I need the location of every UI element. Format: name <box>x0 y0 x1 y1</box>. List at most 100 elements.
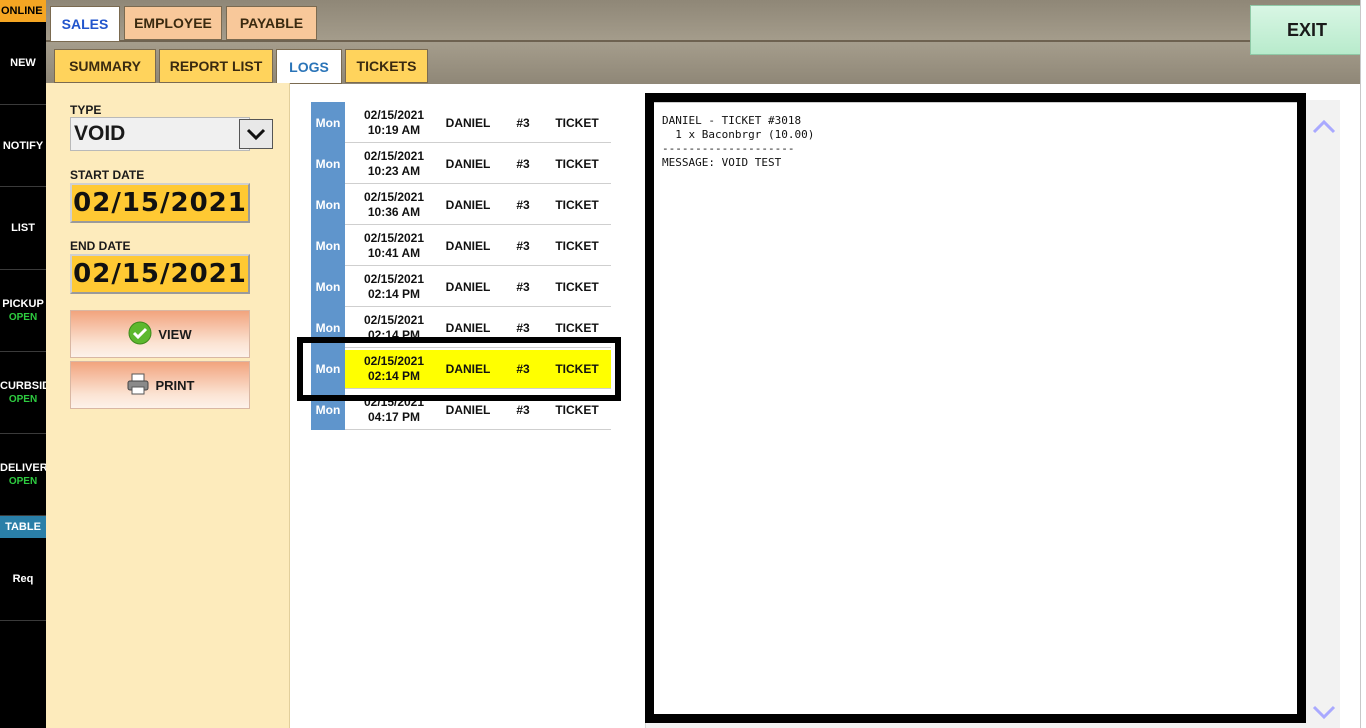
log-employee: DANIEL <box>445 402 491 417</box>
log-terminal: #3 <box>516 115 530 130</box>
table-tag[interactable]: TABLE <box>0 516 46 538</box>
view-button-label: VIEW <box>158 326 192 342</box>
log-terminal: #3 <box>516 197 530 212</box>
log-time: 10:23 AM <box>367 163 421 178</box>
tab-tickets[interactable]: TICKETS <box>345 49 428 83</box>
rail-item-list[interactable]: LIST <box>0 187 46 270</box>
log-row[interactable]: Mon 02/15/2021 10:19 AM DANIEL #3 TICKET <box>311 102 611 143</box>
end-date-field[interactable]: 02/15/2021 <box>70 254 250 294</box>
type-select[interactable]: VOID <box>70 117 273 151</box>
log-list: Mon 02/15/2021 10:19 AM DANIEL #3 TICKET Mon 02… <box>311 102 611 430</box>
log-time: 10:41 AM <box>367 245 421 260</box>
log-day: Mon <box>311 266 345 307</box>
detail-line: -------------------- <box>662 142 795 155</box>
log-row[interactable]: Mon 02/15/2021 02:14 PM DANIEL #3 TICKET <box>311 307 611 348</box>
log-row[interactable]: Mon 02/15/2021 10:23 AM DANIEL #3 TICKET <box>311 143 611 184</box>
tab-payable[interactable]: PAYABLE <box>226 6 317 40</box>
rail-item-label: NEW <box>10 57 36 69</box>
log-terminal: #3 <box>516 320 530 335</box>
printer-icon <box>126 372 150 399</box>
tab-divider <box>46 40 1360 42</box>
left-nav-rail: ONLINE NEW NOTIFY LIST PICKUP OPEN CURBS… <box>0 0 46 728</box>
log-date: 02/15/2021 <box>363 230 425 245</box>
window-right-edge <box>1360 0 1366 728</box>
log-date: 02/15/2021 <box>363 107 425 122</box>
rail-item-label: LIST <box>11 222 35 234</box>
print-button[interactable]: PRINT <box>70 361 250 409</box>
log-terminal: #3 <box>516 238 530 253</box>
log-row[interactable]: Mon 02/15/2021 10:36 AM DANIEL #3 TICKET <box>311 184 611 225</box>
log-kind: TICKET <box>555 115 599 130</box>
log-datetime: 02/15/2021 10:36 AM <box>345 184 443 225</box>
log-employee: DANIEL <box>445 197 491 212</box>
log-employee: DANIEL <box>445 115 491 130</box>
start-date-label: START DATE <box>70 168 145 182</box>
log-day: Mon <box>311 225 345 266</box>
log-employee: DANIEL <box>445 156 491 171</box>
rail-item-status: OPEN <box>8 476 38 487</box>
type-label: TYPE <box>70 103 102 117</box>
view-button[interactable]: VIEW <box>70 310 250 358</box>
detail-line: MESSAGE: VOID TEST <box>662 156 782 169</box>
rail-item-pickup[interactable]: PICKUP OPEN <box>0 270 46 352</box>
log-datetime: 02/15/2021 04:17 PM <box>345 389 443 430</box>
log-row[interactable]: Mon 02/15/2021 02:14 PM DANIEL #3 TICKET <box>311 266 611 307</box>
tab-logs[interactable]: LOGS <box>276 49 342 84</box>
scroll-up-icon[interactable] <box>1310 113 1338 139</box>
log-date: 02/15/2021 <box>363 312 425 327</box>
chevron-down-icon[interactable] <box>239 119 273 149</box>
log-employee: DANIEL <box>445 320 491 335</box>
detail-top-rule <box>654 102 1297 103</box>
log-time: 02:14 PM <box>367 327 421 342</box>
tab-report-list[interactable]: REPORT LIST <box>159 49 273 83</box>
log-terminal: #3 <box>516 156 530 171</box>
log-date: 02/15/2021 <box>363 271 425 286</box>
rail-item-label: CURBSIDE <box>0 380 46 392</box>
online-status-badge: ONLINE <box>0 0 46 22</box>
scroll-down-icon[interactable] <box>1310 700 1338 726</box>
log-row[interactable]: Mon 02/15/2021 02:14 PM DANIEL #3 TICKET <box>311 348 611 389</box>
detail-line: DANIEL - TICKET #3018 <box>662 114 802 127</box>
log-employee: DANIEL <box>445 361 491 376</box>
log-time: 04:17 PM <box>367 409 421 424</box>
rail-item-status: OPEN <box>8 394 38 405</box>
rail-item-notify[interactable]: NOTIFY <box>0 105 46 187</box>
exit-button[interactable]: EXIT <box>1250 5 1364 55</box>
rail-item-label: PICKUP <box>2 298 44 310</box>
rail-item-label: NOTIFY <box>2 139 44 152</box>
tab-summary[interactable]: SUMMARY <box>54 49 156 83</box>
log-time: 10:19 AM <box>367 122 421 137</box>
log-terminal: #3 <box>516 402 530 417</box>
start-date-field[interactable]: 02/15/2021 <box>70 183 250 223</box>
log-row[interactable]: Mon 02/15/2021 04:17 PM DANIEL #3 TICKET <box>311 389 611 430</box>
log-kind: TICKET <box>555 279 599 294</box>
rail-item-curbside[interactable]: CURBSIDE OPEN <box>0 352 46 434</box>
tab-employee[interactable]: EMPLOYEE <box>124 6 222 40</box>
rail-item-new[interactable]: NEW <box>0 22 46 105</box>
log-kind: TICKET <box>555 197 599 212</box>
log-kind: TICKET <box>555 320 599 335</box>
log-time: 02:14 PM <box>367 286 421 301</box>
log-kind: TICKET <box>555 361 599 376</box>
log-detail-text: DANIEL - TICKET #3018 1 x Baconbrgr (10.… <box>662 114 814 170</box>
type-select-value: VOID <box>74 122 126 145</box>
log-datetime: 02/15/2021 02:14 PM <box>345 348 443 389</box>
rail-item-delivery[interactable]: DELIVERY OPEN <box>0 434 46 516</box>
log-date: 02/15/2021 <box>363 189 425 204</box>
log-date: 02/15/2021 <box>363 148 425 163</box>
tab-sales[interactable]: SALES <box>50 6 120 42</box>
rail-item-req[interactable]: Req <box>0 538 46 621</box>
rail-item-label: DELIVERY <box>0 462 46 474</box>
log-time: 10:36 AM <box>367 204 421 219</box>
end-date-label: END DATE <box>70 239 131 253</box>
log-kind: TICKET <box>555 402 599 417</box>
log-datetime: 02/15/2021 10:41 AM <box>345 225 443 266</box>
log-terminal: #3 <box>516 361 530 376</box>
log-datetime: 02/15/2021 10:23 AM <box>345 143 443 184</box>
log-row[interactable]: Mon 02/15/2021 10:41 AM DANIEL #3 TICKET <box>311 225 611 266</box>
rail-item-label: Req <box>12 573 34 585</box>
print-button-label: PRINT <box>155 377 195 393</box>
log-kind: TICKET <box>555 156 599 171</box>
check-icon <box>128 321 152 348</box>
log-detail-panel: DANIEL - TICKET #3018 1 x Baconbrgr (10.… <box>645 93 1306 723</box>
